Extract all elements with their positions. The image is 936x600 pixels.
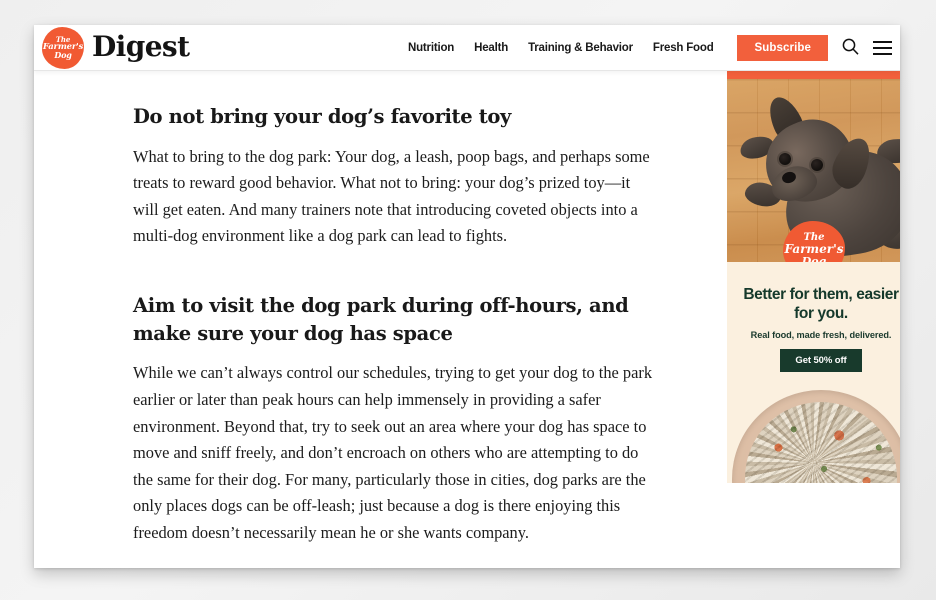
ad-dog-photo: The Farmer's Dog	[727, 79, 900, 262]
subscribe-button[interactable]: Subscribe	[737, 34, 828, 61]
farmers-dog-logo-icon: The Farmer's Dog	[42, 26, 84, 69]
ad-copy-block: Better for them, easier for you. Real fo…	[727, 262, 900, 382]
article-body: Do not bring your dog’s favorite toy Wha…	[133, 103, 658, 546]
hamburger-line	[873, 52, 892, 55]
nav-item-health[interactable]: Health	[474, 42, 508, 54]
nav-item-fresh-food[interactable]: Fresh Food	[653, 42, 714, 54]
promo-ad-unit[interactable]: The Farmer's Dog Better for them, easier…	[727, 65, 900, 483]
ad-logo-line-3: Dog	[801, 254, 827, 262]
sidebar-ad-rail: The Farmer's Dog Better for them, easier…	[694, 65, 900, 568]
ad-logo-blob-text: The Farmer's Dog	[783, 221, 845, 262]
header-actions: Subscribe	[737, 25, 892, 70]
section-paragraph-toy: What to bring to the dog park: Your dog,…	[133, 146, 650, 246]
page-content: Do not bring your dog’s favorite toy Wha…	[34, 65, 900, 568]
section-paragraph-off-hours: While we can’t always control our schedu…	[133, 363, 653, 542]
page-surface: The Farmer's Dog Digest Nutrition Health…	[34, 25, 900, 568]
brand-home-link[interactable]: The Farmer's Dog Digest	[42, 25, 190, 70]
ad-cta-button[interactable]: Get 50% off	[780, 348, 862, 372]
ad-food-bowl-photo	[727, 381, 900, 483]
primary-nav: Nutrition Health Training & Behavior Fre…	[408, 25, 714, 70]
dog-eye	[811, 159, 823, 171]
site-wordmark: Digest	[92, 29, 190, 63]
search-icon	[841, 37, 860, 59]
section-heading-off-hours: Aim to visit the dog park during off-hou…	[133, 294, 629, 345]
logo-line-3: Dog	[54, 50, 72, 61]
section-heading-toy: Do not bring your dog’s favorite toy	[133, 105, 512, 128]
browser-viewport: The Farmer's Dog Digest Nutrition Health…	[0, 0, 936, 600]
logo-blob-text: The Farmer's Dog	[42, 27, 84, 69]
dog-eye	[779, 153, 791, 165]
search-button[interactable]	[841, 37, 860, 59]
nav-item-nutrition[interactable]: Nutrition	[408, 42, 454, 54]
menu-button[interactable]	[873, 40, 892, 55]
ad-headline: Better for them, easier for you.	[743, 286, 899, 322]
nav-item-training-behavior[interactable]: Training & Behavior	[528, 42, 633, 54]
hamburger-menu-icon	[873, 40, 892, 55]
ad-subheadline: Real food, made fresh, delivered.	[750, 329, 892, 340]
site-header: The Farmer's Dog Digest Nutrition Health…	[34, 25, 900, 71]
hamburger-line	[873, 46, 892, 49]
ad-farmers-dog-logo-icon: The Farmer's Dog	[783, 221, 845, 262]
hamburger-line	[873, 40, 892, 43]
ad-logo-line-2: Farmer's	[784, 242, 844, 257]
